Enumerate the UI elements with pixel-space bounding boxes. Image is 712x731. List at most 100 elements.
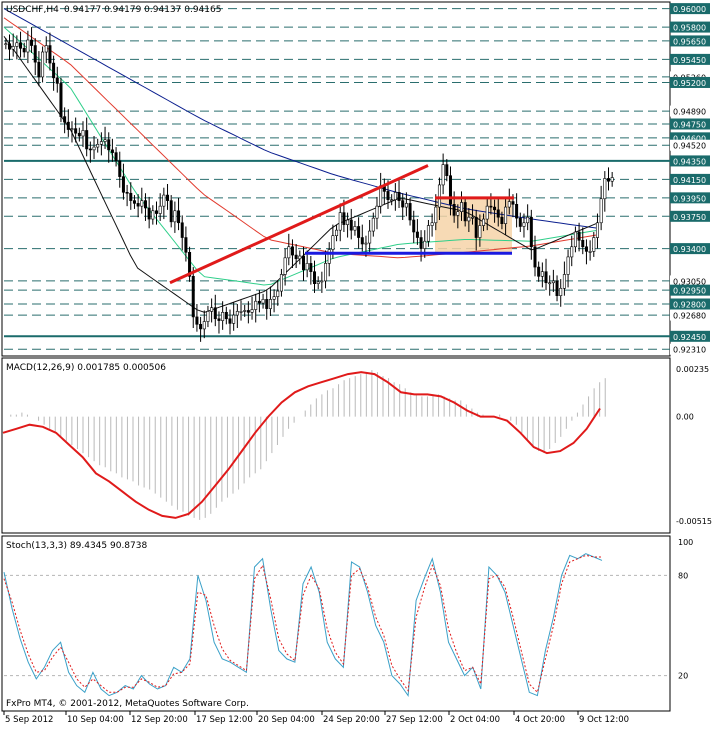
price-tick-label: 0.95800 bbox=[673, 24, 706, 33]
candle-body bbox=[268, 299, 272, 309]
candle-body bbox=[265, 299, 269, 309]
time-tick-label: 4 Oct 20:00 bbox=[515, 715, 565, 725]
macd-tick-label: 0.00 bbox=[676, 413, 694, 422]
candle-body bbox=[434, 206, 438, 224]
macd-tick-label: -0.00515 bbox=[676, 517, 712, 526]
candle-body bbox=[272, 296, 276, 300]
price-tick-label: 0.93400 bbox=[673, 245, 706, 254]
candle-body bbox=[584, 246, 588, 252]
time-tick-label: 12 Sep 20:00 bbox=[131, 715, 188, 725]
candle-body bbox=[401, 200, 405, 208]
price-tick-label: 0.92950 bbox=[673, 287, 706, 296]
candle-body bbox=[132, 200, 136, 204]
candle-body bbox=[448, 175, 452, 205]
candle-body bbox=[474, 216, 478, 238]
candle-body bbox=[287, 246, 291, 259]
candle-body bbox=[33, 45, 37, 63]
candle-body bbox=[85, 130, 89, 150]
price-annotation-background bbox=[435, 197, 512, 254]
candle-body bbox=[158, 205, 162, 214]
candle-body bbox=[390, 199, 394, 201]
candle-body bbox=[441, 164, 445, 186]
candle-body bbox=[125, 192, 129, 194]
candle-body bbox=[202, 321, 206, 330]
candle-body bbox=[294, 254, 298, 260]
candle-body bbox=[346, 219, 350, 225]
candle-body bbox=[408, 203, 412, 221]
candle-body bbox=[114, 152, 118, 162]
candle-body bbox=[195, 316, 199, 325]
candle-body bbox=[180, 222, 184, 238]
candle-body bbox=[526, 216, 530, 224]
candle-body bbox=[386, 191, 390, 200]
candle-body bbox=[228, 318, 232, 324]
candle-body bbox=[254, 300, 258, 310]
candle-body bbox=[360, 237, 364, 245]
stoch-tick-label: 20 bbox=[678, 672, 688, 681]
price-tick-label: 0.95450 bbox=[673, 56, 706, 65]
candle-body bbox=[301, 255, 305, 271]
candle-body bbox=[419, 237, 423, 249]
time-tick-label: 20 Sep 04:00 bbox=[258, 715, 315, 725]
candle-body bbox=[342, 212, 346, 225]
watermark: FxPro MT4, © 2001-2012, MetaQuotes Softw… bbox=[6, 699, 249, 709]
price-tick-label: 0.92800 bbox=[673, 301, 706, 310]
candle-body bbox=[92, 146, 96, 151]
candle-body bbox=[463, 202, 467, 222]
candle-body bbox=[15, 42, 19, 47]
candle-body bbox=[415, 231, 419, 238]
candle-body bbox=[213, 307, 217, 320]
candle-body bbox=[136, 203, 140, 207]
candle-body bbox=[331, 235, 335, 250]
candle-body bbox=[305, 263, 309, 271]
price-tick-label: 0.94750 bbox=[673, 121, 706, 130]
candle-body bbox=[107, 139, 111, 151]
candle-body bbox=[210, 307, 214, 312]
candle-body bbox=[452, 204, 456, 216]
candle-body bbox=[177, 210, 181, 224]
candle-body bbox=[504, 206, 508, 224]
candle-body bbox=[467, 216, 471, 222]
candle-body bbox=[581, 240, 585, 248]
candle-body bbox=[151, 210, 155, 220]
candle-body bbox=[88, 148, 92, 151]
price-tick-label: 0.94890 bbox=[673, 108, 706, 117]
price-tick-label: 0.92310 bbox=[673, 346, 706, 355]
price-tick-label: 0.93750 bbox=[673, 213, 706, 222]
candle-body bbox=[489, 205, 493, 208]
candle-body bbox=[393, 192, 397, 200]
time-tick-label: 10 Sep 04:00 bbox=[67, 715, 124, 725]
time-tick-label: 9 Oct 12:00 bbox=[579, 715, 629, 725]
candle-body bbox=[397, 192, 401, 201]
candle-body bbox=[155, 210, 159, 214]
candle-body bbox=[335, 229, 339, 236]
candle-body bbox=[22, 48, 26, 53]
candle-body bbox=[338, 212, 342, 231]
candle-body bbox=[121, 176, 125, 193]
candle-body bbox=[232, 314, 236, 324]
candle-body bbox=[592, 237, 596, 252]
candle-body bbox=[221, 312, 225, 321]
candle-body bbox=[239, 311, 243, 313]
candle-body bbox=[74, 128, 78, 134]
candle-body bbox=[482, 218, 486, 226]
candle-body bbox=[511, 201, 515, 205]
candle-body bbox=[588, 251, 592, 253]
candle-body bbox=[316, 281, 320, 284]
candle-body bbox=[320, 280, 324, 283]
candle-body bbox=[261, 299, 265, 304]
candle-body bbox=[246, 310, 250, 313]
candle-body bbox=[81, 130, 85, 137]
candle-body bbox=[577, 231, 581, 241]
candle-body bbox=[500, 216, 504, 224]
candle-body bbox=[8, 43, 12, 50]
candle-body bbox=[44, 45, 48, 53]
candle-body bbox=[243, 310, 247, 312]
candle-body bbox=[430, 222, 434, 226]
candle-body bbox=[235, 311, 239, 316]
candle-body bbox=[412, 219, 416, 233]
stoch-title: Stoch(13,3,3) 89.4345 90.8738 bbox=[6, 541, 147, 551]
time-tick-label: 27 Sep 12:00 bbox=[386, 715, 443, 725]
candle-body bbox=[537, 266, 541, 277]
candle-body bbox=[507, 201, 511, 208]
